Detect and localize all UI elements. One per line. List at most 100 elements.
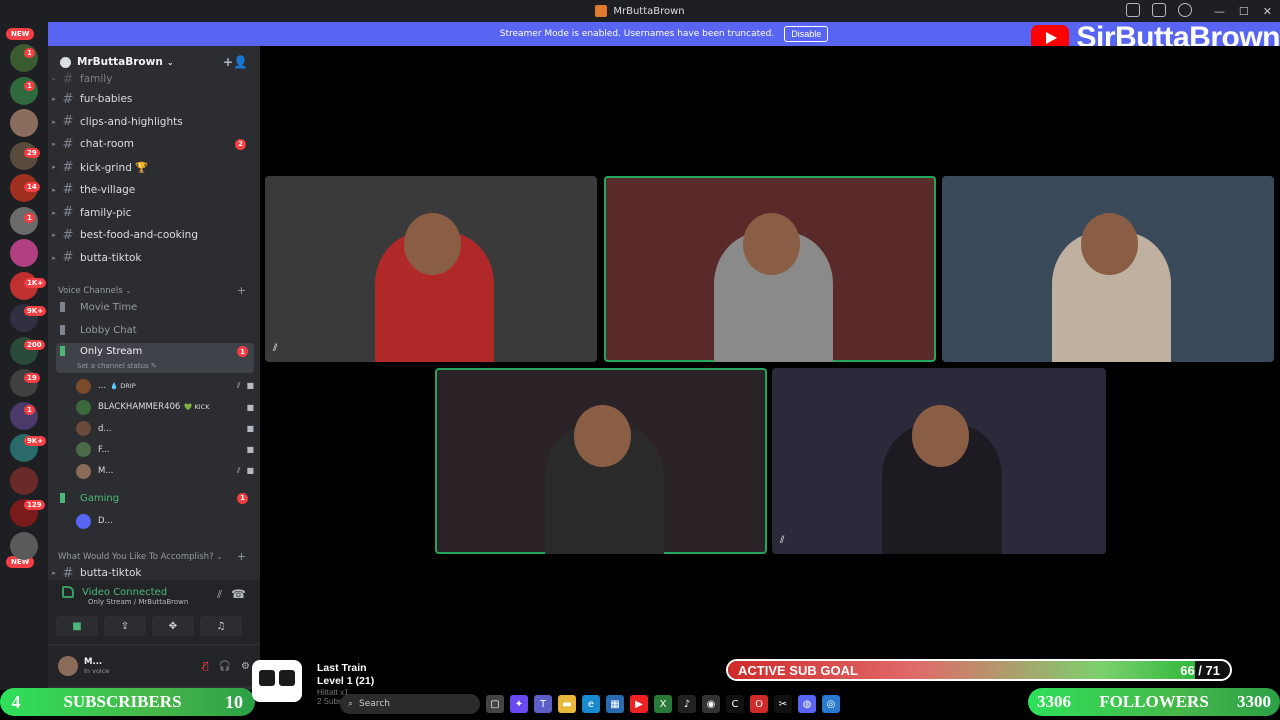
category-label: Voice Channels <box>58 285 123 296</box>
voice-channel-gaming[interactable]: Gaming 1 <box>56 488 254 508</box>
voice-user[interactable]: F... ■ <box>76 440 254 460</box>
channel-family-pic[interactable]: ▸ # family-pic <box>48 202 260 224</box>
voice-user[interactable]: BLACKHAMMER406 💚 KICK ■ <box>76 397 254 417</box>
add-member-icon[interactable]: +👤 <box>223 55 248 69</box>
voice-user[interactable]: d... ■ <box>76 419 254 439</box>
channel-butta-tiktok[interactable]: ▸ # butta-tiktok <box>48 247 260 269</box>
user-state: In voice <box>84 667 110 675</box>
video-stream-tile[interactable] <box>942 176 1274 362</box>
hash-icon: # <box>62 71 74 87</box>
video-stream-tile[interactable] <box>435 368 767 554</box>
chrome-icon[interactable]: ◎ <box>822 695 840 713</box>
noise-suppression-icon[interactable]: ⫽ <box>217 588 222 602</box>
activities-button[interactable]: ✥ <box>152 616 194 636</box>
sub-goal-count: 66 / 71 <box>1180 663 1220 678</box>
create-channel-icon[interactable]: + <box>237 284 246 297</box>
followers-label: FOLLOWERS <box>1099 692 1209 711</box>
video-stream-tile[interactable] <box>604 176 936 362</box>
task-view-icon[interactable]: ▢ <box>486 695 504 713</box>
channel-label: best-food-and-cooking <box>80 229 198 242</box>
mention-badge: 2 <box>235 138 246 150</box>
avatar[interactable] <box>58 656 78 676</box>
file-explorer-icon[interactable]: ▬ <box>558 695 576 713</box>
help-icon[interactable] <box>1178 3 1192 17</box>
channel-best-food-and-cooking[interactable]: ▸ # best-food-and-cooking <box>48 224 260 246</box>
activities-icon: ✥ <box>168 620 178 632</box>
user-name[interactable]: M... <box>84 657 109 667</box>
server-icon[interactable] <box>10 466 38 495</box>
chevron-down-icon: ⌄ <box>166 57 174 67</box>
channel-fur-babies[interactable]: ▸ # fur-babies <box>48 88 260 110</box>
server-icon[interactable] <box>10 401 38 430</box>
server-mention-badge: 14 <box>24 182 40 192</box>
channel-kick-grind[interactable]: ▸ # kick-grind 🏆 <box>48 156 260 178</box>
chevron-down-icon: ⌄ <box>216 552 223 561</box>
hash-icon: # <box>62 250 74 266</box>
minimize-button[interactable]: — <box>1214 5 1225 18</box>
store-icon[interactable]: ▦ <box>606 695 624 713</box>
taskbar-search[interactable]: ⌕ Search <box>340 694 480 714</box>
server-mention-badge: 200 <box>24 340 45 350</box>
server-icon[interactable] <box>10 239 38 267</box>
hash-icon: # <box>62 91 74 107</box>
disable-streamer-mode-button[interactable]: Disable <box>784 26 829 42</box>
camera-icon: ■ <box>246 402 254 412</box>
video-stream-tile[interactable]: ⫽ <box>772 368 1106 554</box>
voice-user[interactable]: ... 💧 DRIP ⫽ ■ <box>76 376 254 396</box>
server-icon[interactable] <box>10 76 38 105</box>
avatar <box>76 463 91 479</box>
mic-muted-icon[interactable]: 🎙̸ <box>203 661 209 672</box>
disconnect-icon[interactable]: ☎ <box>231 587 246 601</box>
youtube-icon[interactable]: ▶ <box>630 695 648 713</box>
voice-channel-label: Only Stream <box>80 346 143 357</box>
channel-chat-room[interactable]: ▸ # chat-room 2 <box>48 133 260 155</box>
server-icon[interactable] <box>10 44 38 72</box>
opera-icon[interactable]: O <box>750 695 768 713</box>
soundboard-button[interactable]: ♫ <box>200 616 242 636</box>
hash-icon: # <box>62 136 74 152</box>
channel-family[interactable]: ▸ # family <box>48 68 260 90</box>
close-button[interactable]: ✕ <box>1263 5 1272 18</box>
copilot-icon[interactable]: ✦ <box>510 695 528 713</box>
new-unreads-pill[interactable]: NEW <box>6 28 35 40</box>
settings-gear-icon[interactable]: ⚙ <box>241 661 250 672</box>
discord-icon[interactable]: ◍ <box>798 695 816 713</box>
tiktok-icon[interactable]: ♪ <box>678 695 696 713</box>
capcut-icon[interactable]: ✂ <box>774 695 792 713</box>
banner-text: Streamer Mode is enabled. Usernames have… <box>499 29 775 39</box>
voice-user[interactable]: M... ⫽ ■ <box>76 461 254 481</box>
subscribers-label: SUBSCRIBERS <box>63 692 182 711</box>
call-of-duty-icon[interactable]: C <box>726 695 744 713</box>
channel-status[interactable]: Set a channel status ✎ <box>77 362 157 370</box>
inbox-icon[interactable] <box>1152 3 1166 17</box>
maximize-button[interactable]: ☐ <box>1239 5 1249 18</box>
pinned-messages-icon[interactable] <box>1126 3 1140 17</box>
caret-right-icon: ▸ <box>52 117 56 126</box>
video-stream-tile[interactable]: ⫽ <box>265 176 597 362</box>
search-icon: ⌕ <box>348 699 354 709</box>
server-mention-badge: 9K+ <box>24 436 47 446</box>
headphones-icon[interactable]: 🎧 <box>219 661 231 672</box>
edge-icon[interactable]: e <box>582 695 600 713</box>
train-level: Level 1 (21) <box>317 675 375 687</box>
server-rail: NEW NEW 1 1 29 14 1 1K+ 9K+ 200 19 1 9K+ 129 <box>0 22 48 690</box>
teams-icon[interactable]: T <box>534 695 552 713</box>
server-icon[interactable] <box>10 531 38 560</box>
channel-clips-and-highlights[interactable]: ▸ # clips-and-highlights <box>48 111 260 133</box>
camera-button[interactable]: ■ <box>56 616 98 636</box>
voice-channels-category[interactable]: Voice Channels ⌄ + <box>58 284 258 297</box>
screen-share-button[interactable]: ⇪ <box>104 616 146 636</box>
voice-user[interactable]: D... <box>76 511 254 531</box>
voice-channel-movie-time[interactable]: Movie Time <box>56 297 254 317</box>
participant-head <box>912 405 970 467</box>
voice-channel-lobby-chat[interactable]: Lobby Chat <box>56 320 254 340</box>
voice-active-icon <box>60 346 76 356</box>
obs-icon[interactable]: ◉ <box>702 695 720 713</box>
signal-icon[interactable] <box>62 586 74 598</box>
xbox-icon[interactable]: X <box>654 695 672 713</box>
channel-the-village[interactable]: ▸ # the-village <box>48 179 260 201</box>
voice-status-subtitle[interactable]: Only Stream / MrButtaBrown <box>88 598 188 606</box>
server-icon[interactable] <box>10 109 38 137</box>
channel-label: family <box>80 73 113 85</box>
voice-status-title[interactable]: Video Connected <box>82 587 167 598</box>
